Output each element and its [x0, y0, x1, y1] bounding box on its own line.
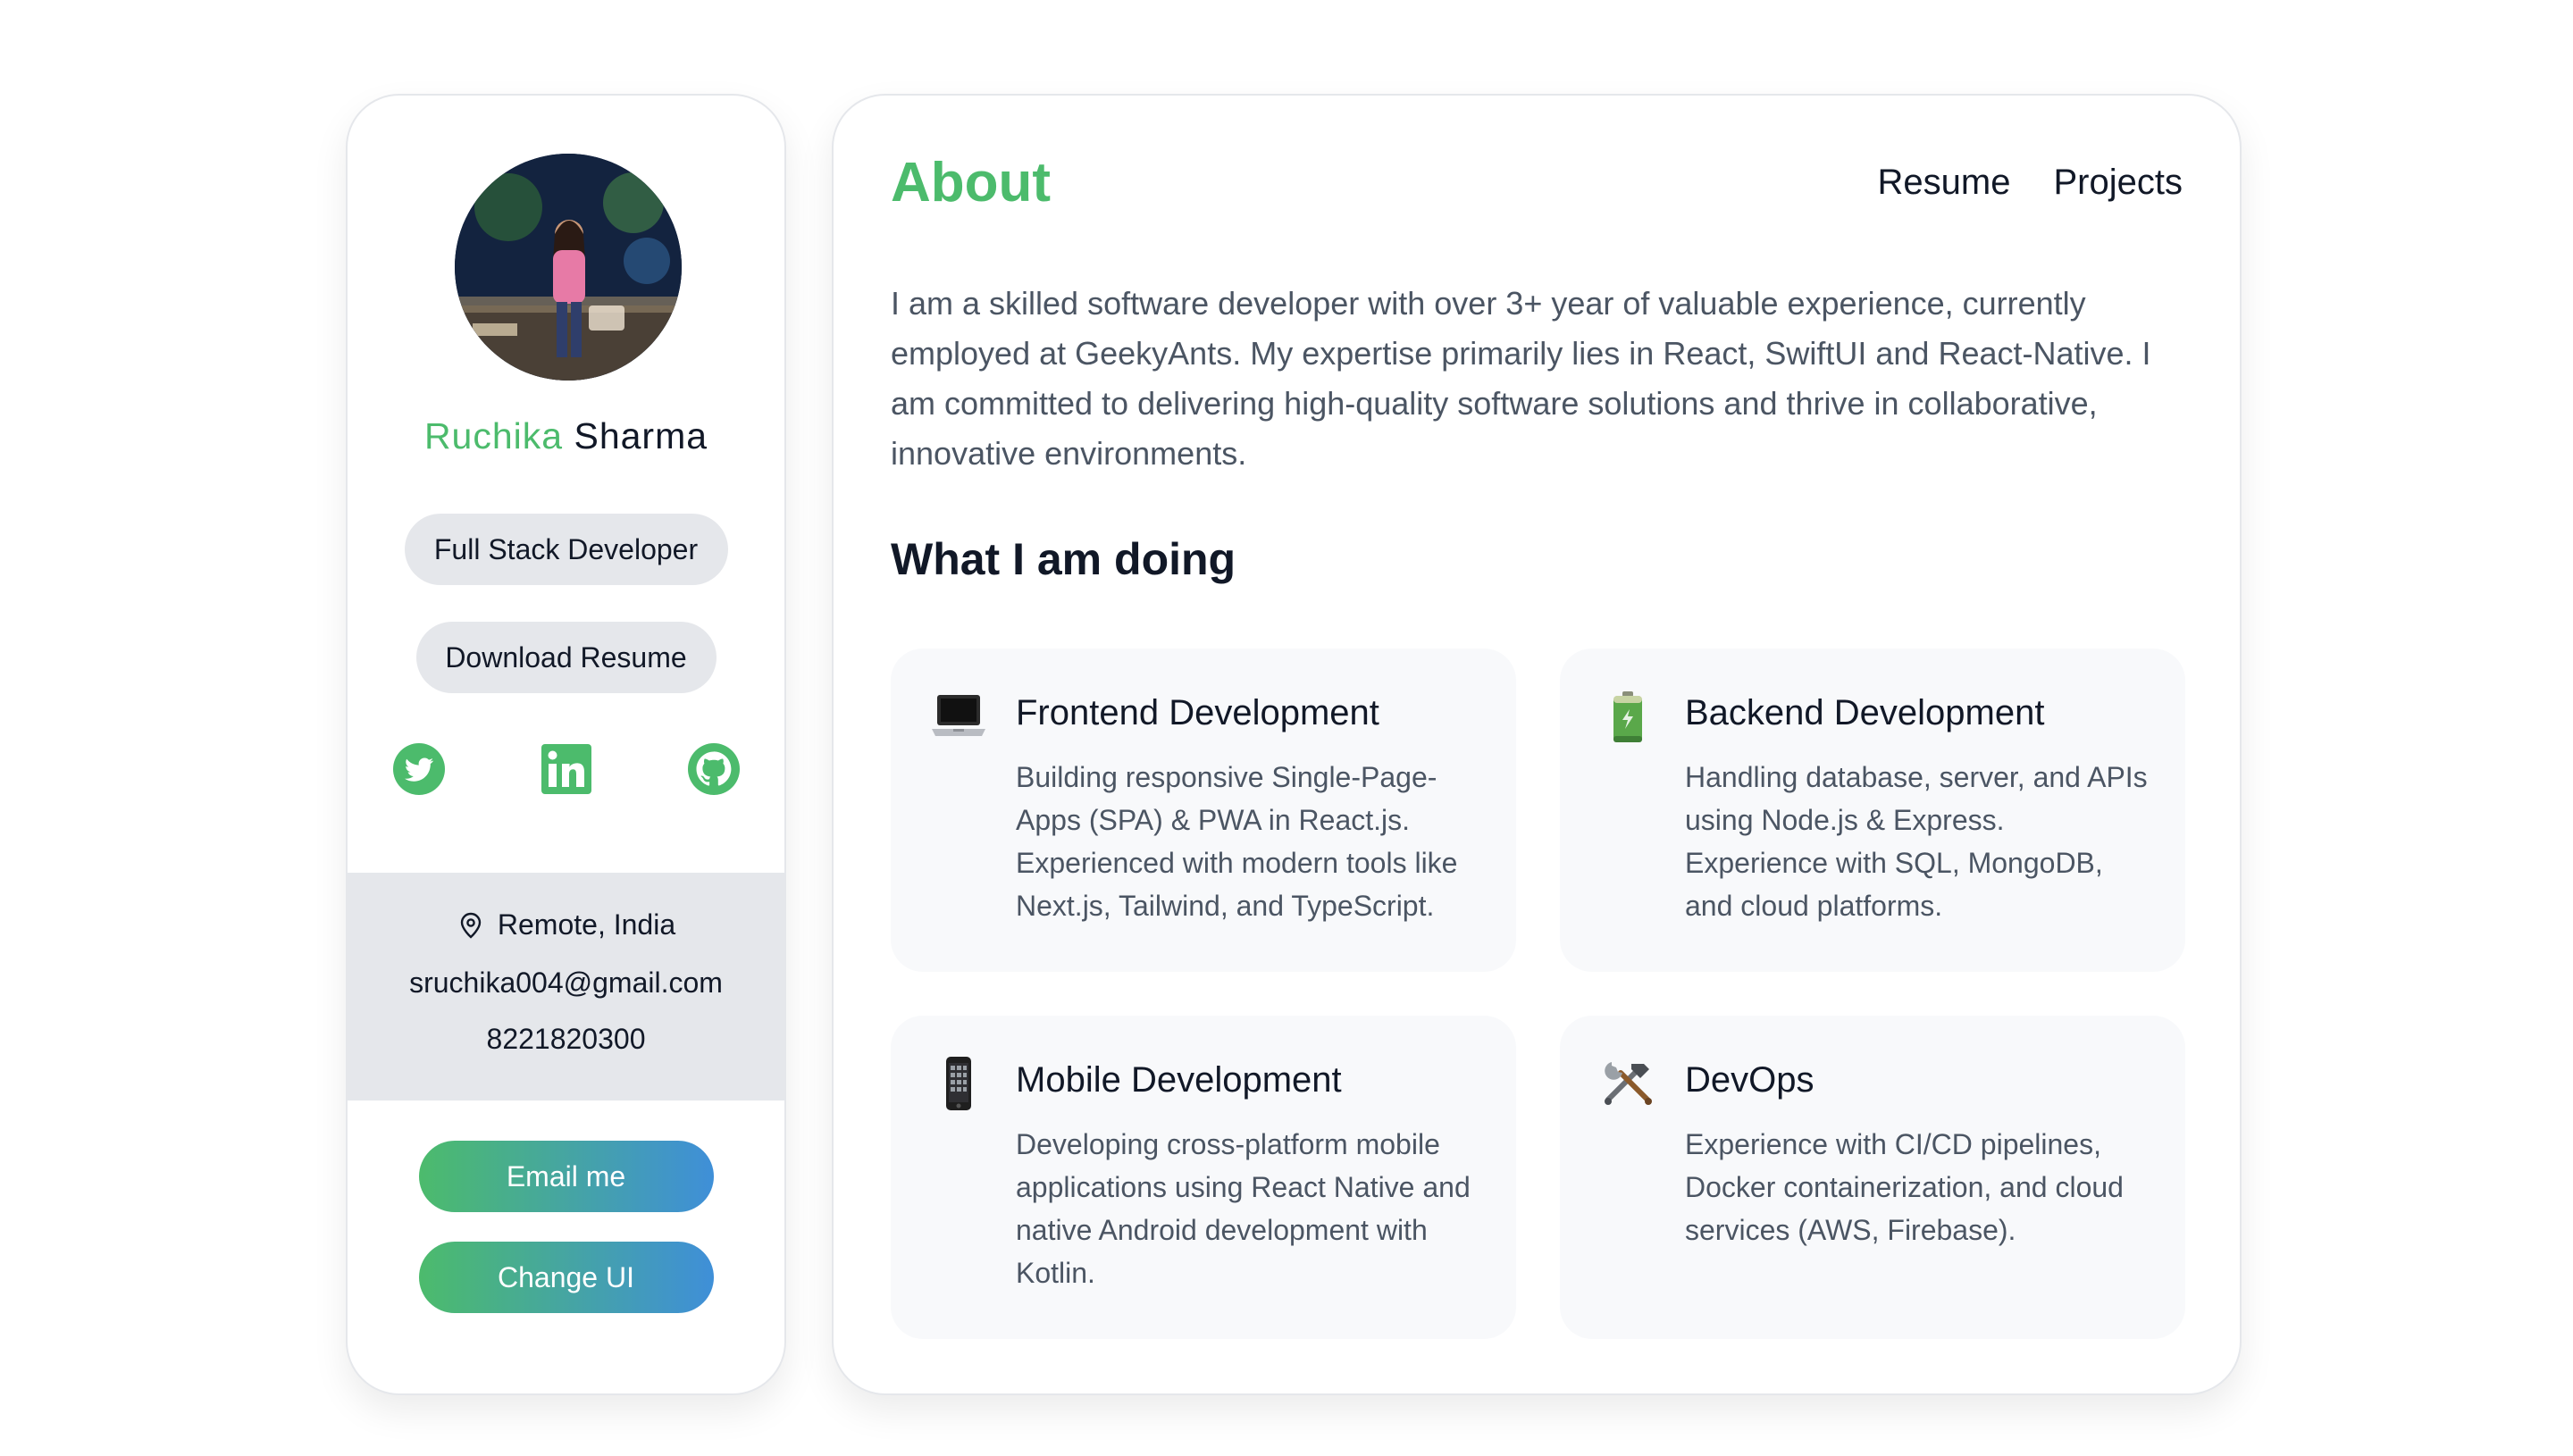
location-pin-icon	[460, 912, 482, 939]
portfolio-page: Ruchika Sharma Full Stack Developer Down…	[0, 0, 2573, 1456]
service-title: Mobile Development	[1016, 1060, 1342, 1100]
linkedin-icon	[541, 744, 591, 794]
github-icon	[688, 743, 740, 795]
service-title: DevOps	[1685, 1060, 1815, 1100]
email-me-button[interactable]: Email me	[418, 1141, 714, 1212]
first-name: Ruchika	[423, 415, 564, 456]
location-text: Remote, India	[497, 908, 676, 941]
service-description: Building responsive Single-Page-Apps (SP…	[1016, 761, 1458, 922]
nav-projects[interactable]: Projects	[2054, 163, 2183, 203]
service-description: Experience with CI/CD pipelines, Docker …	[1685, 1128, 2124, 1246]
phone-text[interactable]: 8221820300	[348, 1023, 784, 1056]
service-title: Backend Development	[1685, 693, 2045, 732]
service-description: Handling database, server, and APIs usin…	[1685, 761, 2148, 922]
service-card-frontend: Frontend Development Building responsive…	[891, 649, 1516, 972]
twitter-icon	[393, 743, 445, 795]
avatar-photo	[455, 154, 682, 381]
about-card: About Resume Projects I am a skilled sof…	[832, 94, 2242, 1395]
linkedin-link[interactable]	[540, 742, 593, 796]
battery-icon	[1599, 688, 1656, 745]
profile-name: Ruchika Sharma	[348, 415, 784, 457]
service-title: Frontend Development	[1016, 693, 1379, 732]
top-nav: Resume Projects	[1878, 163, 2183, 203]
service-description: Developing cross-platform mobile applica…	[1016, 1128, 1471, 1289]
service-card-backend: Backend Development Handling database, s…	[1560, 649, 2185, 972]
github-link[interactable]	[687, 742, 741, 796]
profile-sidebar: Ruchika Sharma Full Stack Developer Down…	[346, 94, 786, 1395]
role-badge: Full Stack Developer	[404, 514, 728, 585]
laptop-icon	[930, 688, 987, 745]
service-card-devops: DevOps Experience with CI/CD pipelines, …	[1560, 1016, 2185, 1339]
page-title: About	[891, 152, 1052, 213]
contact-info: Remote, India sruchika004@gmail.com 8221…	[348, 873, 784, 1100]
about-paragraph: I am a skilled software developer with o…	[891, 285, 2151, 472]
mobile-phone-icon	[930, 1055, 987, 1112]
avatar	[455, 154, 682, 381]
change-ui-button[interactable]: Change UI	[418, 1242, 714, 1313]
service-card-mobile: Mobile Development Developing cross-plat…	[891, 1016, 1516, 1339]
section-title: What I am doing	[891, 534, 1236, 584]
download-resume-button[interactable]: Download Resume	[415, 622, 717, 693]
nav-resume[interactable]: Resume	[1878, 163, 2011, 203]
email-text[interactable]: sruchika004@gmail.com	[348, 966, 784, 1000]
social-links	[348, 742, 784, 796]
location-row: Remote, India	[348, 908, 784, 941]
last-name: Sharma	[574, 415, 708, 456]
tools-icon	[1599, 1055, 1656, 1112]
twitter-link[interactable]	[392, 742, 446, 796]
